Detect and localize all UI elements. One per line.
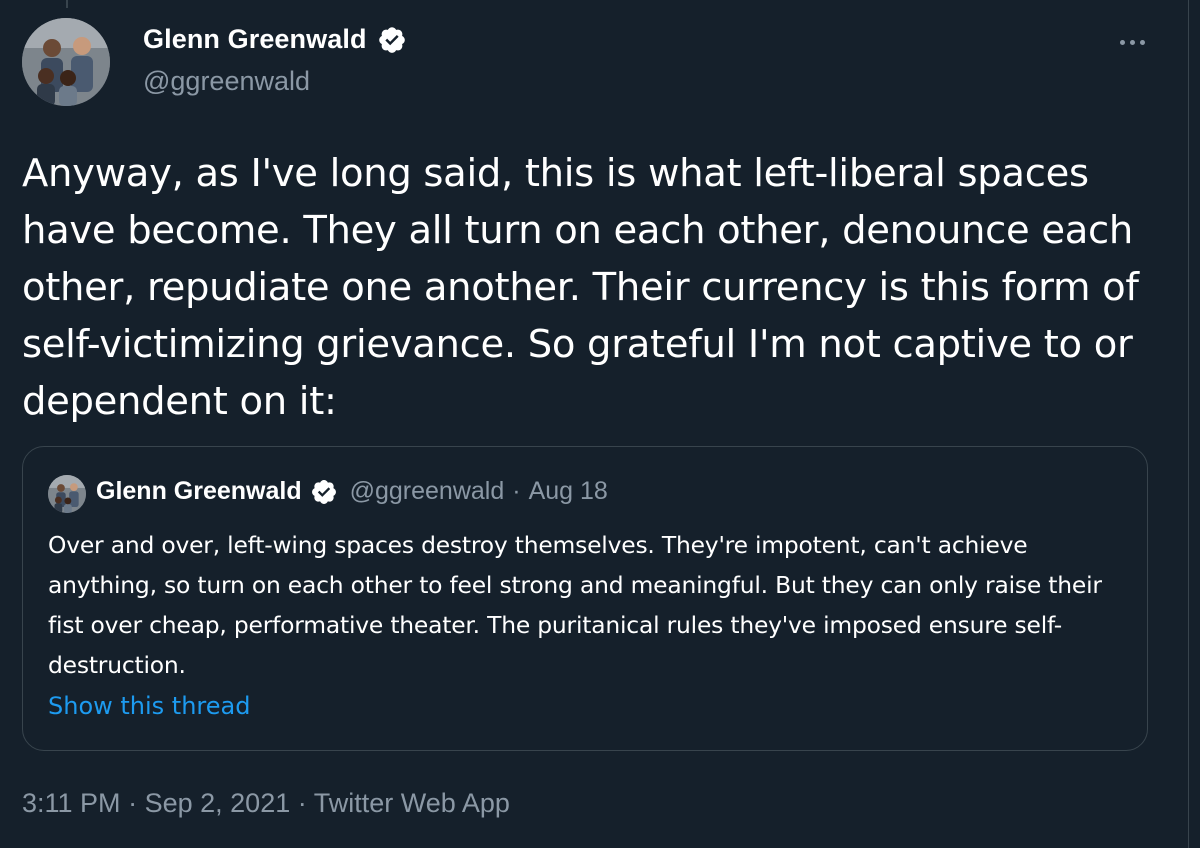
meta-separator: · — [128, 788, 138, 818]
meta-separator: · — [512, 477, 521, 505]
quoted-author-name: Glenn Greenwald — [96, 477, 302, 505]
tweet-text: Anyway, as I've long said, this is what … — [22, 151, 1139, 424]
quoted-header: Glenn Greenwald @ggreenwald · Aug 18 — [96, 477, 608, 506]
quoted-date: Aug 18 — [528, 477, 608, 505]
more-horizontal-icon-dot — [1139, 39, 1145, 45]
avatar[interactable] — [22, 18, 110, 106]
verified-badge-icon — [378, 26, 405, 53]
author-name[interactable]: Glenn Greenwald — [143, 24, 367, 55]
tweet-metadata: 3:11 PM · Sep 2, 2021 · Twitter Web App — [22, 788, 510, 819]
more-horizontal-icon-dot — [1129, 39, 1135, 45]
tweet-timestamp-time[interactable]: 3:11 PM — [22, 788, 121, 818]
author-handle[interactable]: @ggreenwald — [143, 66, 310, 97]
tweet-source-link[interactable]: Twitter Web App — [314, 788, 510, 818]
tweet-timestamp-date[interactable]: Sep 2, 2021 — [145, 788, 291, 818]
meta-separator: · — [297, 788, 307, 818]
author-name-row: Glenn Greenwald — [143, 24, 407, 55]
verified-badge-icon — [311, 479, 336, 504]
show-thread-link[interactable]: Show this thread — [48, 692, 250, 720]
thread-connector-line — [66, 0, 68, 8]
quoted-tweet-text: Over and over, left-wing spaces destroy … — [48, 531, 1102, 679]
quoted-author-handle: @ggreenwald — [349, 477, 505, 505]
more-horizontal-icon-dot — [1119, 39, 1125, 45]
profile-photo-icon — [48, 475, 86, 513]
profile-photo-icon — [22, 18, 110, 106]
more-options-button[interactable] — [1110, 24, 1154, 60]
column-divider — [1188, 0, 1189, 848]
quoted-tweet-card[interactable]: Glenn Greenwald @ggreenwald · Aug 18 Ove… — [22, 446, 1148, 751]
quoted-avatar[interactable] — [48, 475, 86, 513]
